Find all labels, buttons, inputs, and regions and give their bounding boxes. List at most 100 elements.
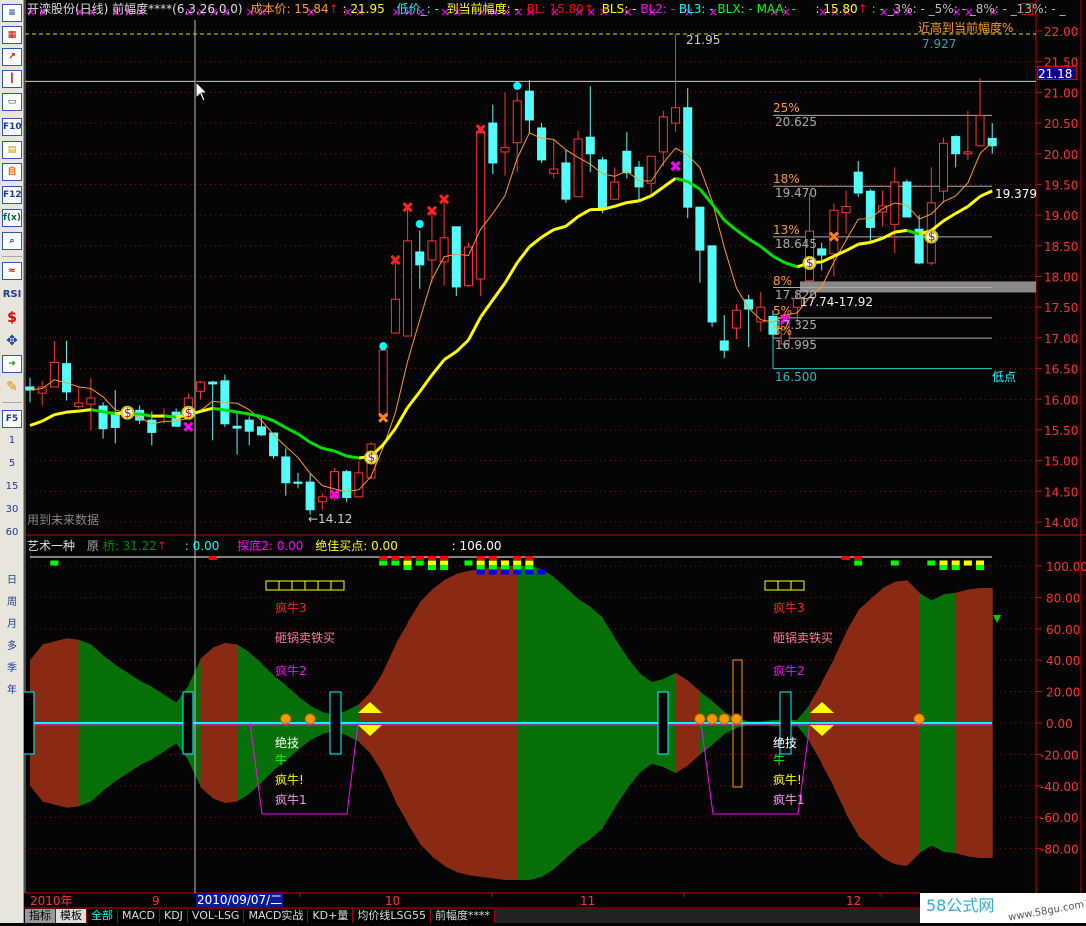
candle-body xyxy=(257,427,265,435)
tab-avg-line[interactable]: 均价线LSG55 xyxy=(353,909,431,923)
indicator-mark xyxy=(525,565,533,570)
move-icon[interactable]: ✥ xyxy=(2,332,22,350)
ma-slow-segment xyxy=(505,263,517,283)
window-icon[interactable]: ▭ xyxy=(2,93,22,111)
candle-body xyxy=(452,227,460,287)
high-annotation: 21.95 xyxy=(686,33,720,47)
period-15[interactable]: 15 xyxy=(2,478,22,496)
candlestick-icon[interactable]: ┃ xyxy=(2,70,22,88)
f5-button[interactable]: F5 xyxy=(2,410,22,428)
candle xyxy=(38,381,46,406)
ma-slow-segment xyxy=(91,410,103,412)
orange-fruit-icon xyxy=(281,714,291,724)
indicator-mark xyxy=(952,561,960,566)
candle-body xyxy=(404,241,412,336)
self-select-icon[interactable]: 自 xyxy=(2,163,22,181)
indicator-mark xyxy=(513,565,521,570)
indicator-mark xyxy=(976,565,984,570)
ma-slow-segment xyxy=(736,230,748,239)
period-60[interactable]: 60 xyxy=(2,524,22,542)
f10-button[interactable]: F10 xyxy=(2,118,22,136)
candle xyxy=(221,375,229,427)
yellow-cell xyxy=(305,581,318,590)
value-zero: : 0.00 xyxy=(185,539,220,553)
stock-chart[interactable]: 22.0021.5021.0020.5020.0019.5019.0018.50… xyxy=(0,0,1086,923)
candle-body xyxy=(428,241,436,260)
period-30[interactable]: 30 xyxy=(2,501,22,519)
formula-button[interactable]: f(x) xyxy=(2,209,22,227)
search-icon[interactable]: ⌕ xyxy=(2,232,22,250)
period-5[interactable]: 5 xyxy=(2,455,22,473)
dollar-icon[interactable]: $ xyxy=(2,309,22,327)
level-percent: 3% xyxy=(773,324,792,338)
wave-icon[interactable]: ≈ xyxy=(2,262,22,280)
candle-body xyxy=(197,382,205,391)
mouse-cursor-icon xyxy=(196,82,207,101)
money-bag-symbol: $ xyxy=(806,256,814,270)
tab-indicator[interactable]: 指标 xyxy=(25,909,56,923)
chart-title: 开滦股份(日线) 前幅度****(6,3,26,0,0) xyxy=(27,2,243,16)
candle-body xyxy=(343,472,351,498)
yellow-cell xyxy=(318,581,331,590)
indicator-mark xyxy=(440,561,448,566)
tab-kdj[interactable]: KDJ xyxy=(160,909,188,923)
tab-macd-practice[interactable]: MACD实战 xyxy=(244,909,308,923)
tab-all[interactable]: 全部 xyxy=(87,909,118,923)
period-multi[interactable]: 多 xyxy=(2,638,22,656)
ma-slow-segment xyxy=(773,256,785,263)
period-day[interactable]: 日 xyxy=(2,572,22,590)
candle xyxy=(538,123,546,163)
period-week[interactable]: 周 xyxy=(2,594,22,612)
candle xyxy=(440,199,448,286)
level-percent: 18% xyxy=(773,172,800,186)
line-chart-icon[interactable]: ↗ xyxy=(2,48,22,66)
candle-body xyxy=(99,406,107,429)
candle xyxy=(452,227,460,296)
pct8-value: _8%: - xyxy=(970,2,1007,16)
candle-body xyxy=(63,364,71,392)
table-icon[interactable]: ▦ xyxy=(2,26,22,44)
tab-front-amplitude[interactable]: 前幅度**** xyxy=(431,909,495,923)
orange-fruit-icon xyxy=(305,714,315,724)
indicator-mark xyxy=(854,561,862,566)
indicator-mark xyxy=(489,561,497,566)
window-toggle-icon[interactable] xyxy=(1021,3,1033,15)
orange-fruit-icon xyxy=(731,714,741,724)
period-1[interactable]: 1 xyxy=(2,432,22,450)
tab-vol-lsg[interactable]: VOL-LSG xyxy=(188,909,245,923)
ma-slow-segment xyxy=(846,244,858,250)
tab-template[interactable]: 模板 xyxy=(56,909,87,923)
indicator-mark xyxy=(501,561,509,566)
candle xyxy=(611,167,619,200)
period-year[interactable]: 年 xyxy=(2,682,22,700)
candle-body xyxy=(489,123,497,163)
indicator-orig: 原 xyxy=(87,539,99,553)
rsi-button[interactable]: RSI xyxy=(2,286,22,304)
logo-url: www.58gu.com xyxy=(1007,898,1085,925)
orange-fruit-icon xyxy=(707,714,717,724)
blx-value: BLX: - xyxy=(717,2,752,16)
pencil-icon[interactable]: ✎ xyxy=(2,378,22,396)
candle xyxy=(550,139,558,178)
import-icon[interactable]: ➜ xyxy=(2,355,22,373)
price-tick-label: 20.50 xyxy=(1044,117,1078,131)
tab-kd-volume[interactable]: KD+量 xyxy=(308,909,353,923)
ma-slow-segment xyxy=(627,201,639,203)
price-tick-label: 14.50 xyxy=(1044,485,1078,499)
period-month[interactable]: 月 xyxy=(2,616,22,634)
ma-slow-segment xyxy=(30,421,42,425)
value-1580: : 15.80 xyxy=(815,2,857,16)
ma-slow-segment xyxy=(140,414,152,416)
candle xyxy=(111,390,119,443)
period-quarter[interactable]: 季 xyxy=(2,660,22,678)
tab-macd[interactable]: MACD xyxy=(118,909,160,923)
indicator-tick-label: 0.00 xyxy=(1046,717,1073,731)
candle xyxy=(477,129,485,296)
quote-icon[interactable]: ≡ xyxy=(2,4,22,22)
f12-button[interactable]: F12 xyxy=(2,186,22,204)
indicator-mark xyxy=(391,561,399,566)
ma-slow-segment xyxy=(895,230,907,232)
indicator-mark xyxy=(416,561,424,566)
ma-slow-segment xyxy=(67,411,79,412)
tree-icon[interactable]: ▤ xyxy=(2,141,22,159)
